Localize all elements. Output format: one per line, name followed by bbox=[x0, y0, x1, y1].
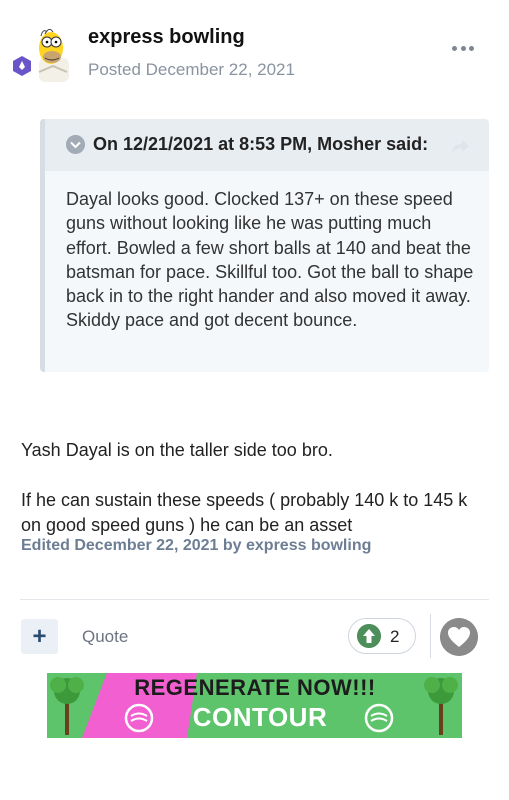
multiquote-button[interactable]: + bbox=[21, 619, 58, 654]
post-paragraph: Yash Dayal is on the taller side too bro… bbox=[21, 440, 333, 460]
more-options-icon[interactable] bbox=[452, 44, 474, 52]
collapse-quote-icon[interactable] bbox=[66, 135, 85, 154]
post-date[interactable]: Posted December 22, 2021 bbox=[88, 60, 295, 80]
author-name[interactable]: express bowling bbox=[88, 26, 245, 49]
post-paragraph: If he can sustain these speeds ( probabl… bbox=[21, 490, 468, 535]
share-arrow-icon[interactable] bbox=[450, 138, 470, 154]
reaction-count: 2 bbox=[390, 627, 400, 646]
heart-icon[interactable] bbox=[440, 618, 478, 656]
upvote-icon bbox=[357, 624, 381, 648]
quote-citation[interactable]: On 12/21/2021 at 8:53 PM, Mosher said: bbox=[93, 134, 428, 155]
separator bbox=[430, 614, 431, 658]
contour-logo-icon bbox=[124, 703, 154, 733]
contour-logo-icon bbox=[364, 703, 394, 733]
quote-text: Dayal looks good. Clocked 137+ on these … bbox=[66, 189, 474, 331]
edited-note: Edited December 22, 2021 by express bowl… bbox=[21, 537, 372, 554]
ad-headline[interactable]: REGENERATE NOW!!! bbox=[90, 675, 420, 701]
divider bbox=[20, 599, 489, 600]
ad-subheadline[interactable]: CONTOUR LINES bbox=[160, 702, 360, 764]
quote-button[interactable]: Quote bbox=[82, 627, 128, 647]
avatar[interactable] bbox=[9, 26, 71, 84]
rank-badge-icon bbox=[13, 56, 31, 76]
